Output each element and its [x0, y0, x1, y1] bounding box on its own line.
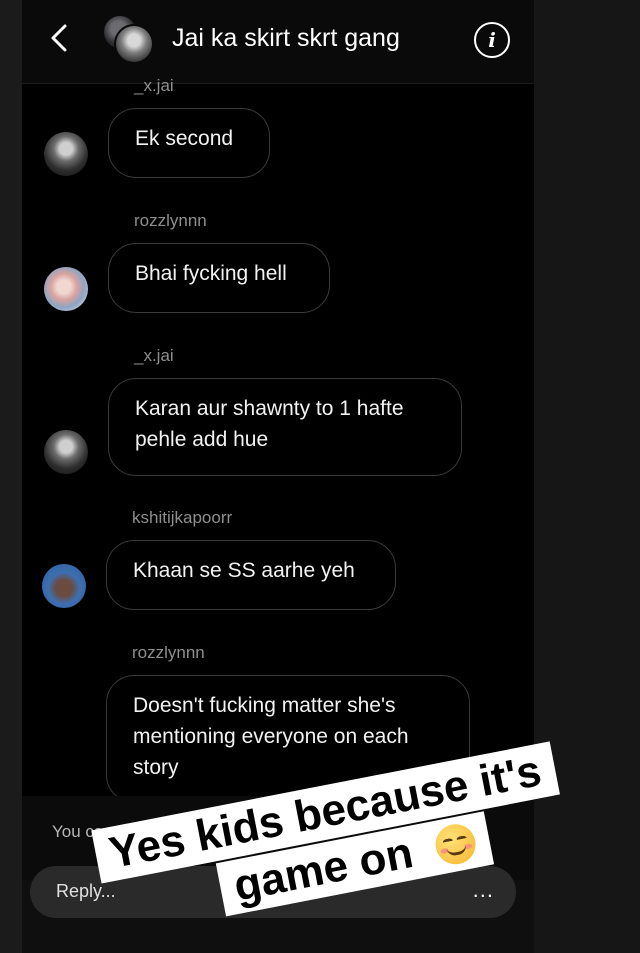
message-bubble[interactable]: Karan aur shawnty to 1 hafte pehle add h… [108, 378, 462, 476]
info-icon: i [488, 28, 496, 52]
message-username: rozzlynnn [132, 643, 205, 662]
avatar-jai[interactable] [44, 430, 88, 474]
chat-title[interactable]: Jai ka skirt skrt gang [172, 24, 400, 53]
group-avatar-front [114, 24, 154, 64]
avatar-rozzlynnn[interactable] [44, 267, 88, 311]
message-bubble[interactable]: Khaan se SS aarhe yeh [106, 540, 396, 610]
avatar-jai[interactable] [44, 132, 88, 176]
message-bubble[interactable]: Bhai fycking hell [108, 243, 330, 313]
avatar-kshitijkapoorr[interactable] [42, 564, 86, 608]
message-bubble[interactable]: Ek second [108, 108, 270, 178]
info-button[interactable]: i [474, 22, 510, 58]
message-username: rozzlynnn [134, 211, 207, 230]
message-username: _x.jai [134, 346, 174, 365]
message-username: kshitijkapoorr [132, 508, 233, 527]
group-avatar[interactable] [102, 14, 156, 64]
chat-header: Jai ka skirt skrt gang i [22, 0, 534, 84]
back-button[interactable] [44, 18, 74, 58]
chevron-left-icon [51, 24, 67, 52]
message-username: _x.jai [134, 76, 174, 95]
story-background-left [0, 0, 22, 953]
smiling-face-icon [432, 820, 480, 868]
